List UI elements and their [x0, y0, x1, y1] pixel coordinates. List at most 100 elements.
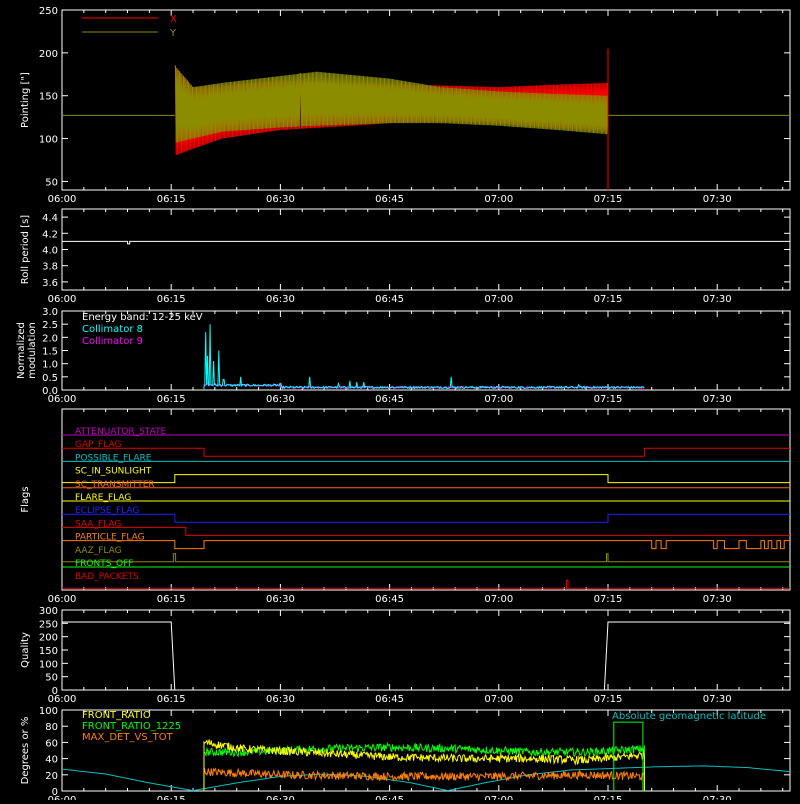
x-tick-label: 06:15 — [157, 795, 186, 800]
y-tick-label: 1.5 — [42, 347, 58, 358]
panel-5: 06:00 06:15 06:30 06:45 07:00 07:15 07:3005010… — [20, 606, 791, 705]
flag-label-sc-in-sunlight: SC_IN_SUNLIGHT — [75, 467, 152, 477]
y-axis-label: Normalizedmodulation — [16, 322, 38, 379]
flag-line-particle-flag — [62, 540, 790, 550]
y-tick-label: 4.0 — [42, 246, 58, 257]
legend-label-x: X — [170, 14, 177, 25]
x-tick-label: 07:30 — [703, 294, 732, 305]
y-tick-label: 20 — [45, 771, 58, 782]
flag-line-saa-flag — [62, 526, 790, 536]
y-tick-label: 0.5 — [42, 373, 58, 384]
y-tick-label: 0.0 — [42, 386, 58, 397]
x-tick-label: 06:30 — [266, 194, 295, 205]
y-tick-label: 0 — [52, 787, 58, 798]
y-tick-label: 100 — [39, 659, 58, 670]
x-tick-label: 07:00 — [484, 194, 513, 205]
y-axis-label: Flags — [20, 486, 31, 512]
x-tick-label: 07:30 — [703, 594, 732, 605]
x-tick-label: 06:00 — [48, 294, 77, 305]
y-tick-label: 3.6 — [42, 278, 58, 289]
x-tick-label: 07:15 — [594, 294, 623, 305]
energy-band-label: Energy band: 12-25 keV — [82, 312, 203, 323]
y-tick-label: 40 — [45, 755, 58, 766]
panel-3: 06:00 06:15 06:30 06:45 07:00 07:15 07:300.00.… — [16, 307, 791, 405]
x-tick-label: 07:15 — [594, 795, 623, 800]
legend-label-geomagnetic-latitude: Absolute geomagnetic latitude — [612, 711, 766, 722]
y-tick-label: 100 — [39, 706, 58, 717]
y-tick-label: 250 — [39, 619, 58, 630]
legend-label-collimator-9: Collimator 9 — [82, 336, 143, 347]
x-tick-label: 07:15 — [594, 194, 623, 205]
legend-label-front-ratio: FRONT_RATIO — [82, 710, 151, 721]
x-tick-label: 06:30 — [266, 294, 295, 305]
y-tick-label: 2.5 — [42, 320, 58, 331]
x-tick-label: 06:45 — [375, 194, 404, 205]
x-tick-label: 07:30 — [703, 694, 732, 705]
plot-frame — [61, 408, 791, 591]
x-tick-label: 07:30 — [703, 194, 732, 205]
y-axis-label-line: Normalized — [16, 322, 27, 379]
y-tick-label: 1.0 — [42, 360, 58, 371]
chart-figure: 06:00 06:15 06:30 06:45 07:00 07:15 07:30 50 100… — [0, 0, 800, 804]
series-front-ratio-line — [203, 738, 645, 792]
roll-period-line — [62, 240, 790, 245]
chart-svg: 06:00 06:15 06:30 06:45 07:00 07:15 07:30 50 100… — [16, 6, 791, 804]
x-tick-label: 06:45 — [375, 394, 404, 405]
legend-label-collimator-8: Collimator 8 — [82, 324, 143, 335]
y-tick-label: 60 — [45, 738, 58, 749]
y-tick-label: 150 — [39, 92, 58, 103]
series-collimator-8-line — [203, 324, 645, 391]
y-tick-label: 200 — [39, 633, 58, 644]
x-tick-label: 07:00 — [484, 795, 513, 800]
x-tick-label: 06:15 — [157, 594, 186, 605]
flag-label-bad-packets: BAD_PACKETS — [75, 572, 139, 582]
x-tick-label: 06:30 — [266, 394, 295, 405]
panel-2: 06:00 06:15 06:30 06:45 07:00 07:15 07:30 3.6 3.… — [20, 208, 791, 305]
flag-line-gap-flag — [62, 447, 790, 457]
geomagnetic-latitude-line — [61, 765, 791, 792]
x-tick-label: 07:15 — [594, 394, 623, 405]
x-tick-label: 07:30 — [703, 394, 732, 405]
x-tick-label: 07:00 — [484, 694, 513, 705]
x-tick-label: 07:00 — [484, 594, 513, 605]
y-tick-label: 50 — [45, 673, 58, 684]
panel-4: 06:00 06:15 06:30 06:45 07:00 07:15 07:30 Flags… — [20, 408, 791, 605]
flag-line-eclipse-flag — [62, 513, 790, 523]
x-tick-label: 06:15 — [157, 194, 186, 205]
x-tick-label: 06:15 — [157, 694, 186, 705]
y-axis-label: Roll period [s] — [20, 215, 31, 284]
y-tick-label: 3.0 — [42, 307, 58, 318]
panel-1: 06:00 06:15 06:30 06:45 07:00 07:15 07:30 50 100… — [20, 6, 791, 205]
y-tick-label: 0 — [52, 686, 58, 697]
y-axis-label-line: modulation — [27, 322, 38, 379]
series-max-det-vs-tot-line — [203, 767, 645, 792]
plot-frame — [61, 208, 791, 291]
flag-line-sc-in-sunlight — [62, 474, 790, 484]
y-axis-label: Pointing ["] — [20, 72, 31, 128]
x-tick-label: 06:45 — [375, 594, 404, 605]
x-tick-label: 06:30 — [266, 594, 295, 605]
x-tick-label: 07:00 — [484, 294, 513, 305]
x-tick-label: 06:00 — [48, 594, 77, 605]
y-tick-label: 300 — [39, 606, 58, 617]
x-tick-label: 07:00 — [484, 394, 513, 405]
y-tick-label: 3.8 — [42, 262, 58, 273]
series-y-line — [174, 65, 609, 143]
quality-line — [62, 621, 790, 691]
y-tick-label: 4.4 — [42, 213, 58, 224]
x-tick-label: 06:45 — [375, 694, 404, 705]
flag-label-aaz-flag: AAZ_FLAG — [75, 546, 122, 556]
panel-6: 06:0006:1506:3006:4507:0007:1507:3002040… — [20, 706, 791, 804]
x-tick-label: 06:30 — [266, 795, 295, 800]
y-tick-label: 2.0 — [42, 333, 58, 344]
y-tick-label: 50 — [45, 177, 58, 188]
y-tick-label: 100 — [39, 135, 58, 146]
y-tick-label: 200 — [39, 49, 58, 60]
x-tick-label: 06:45 — [375, 294, 404, 305]
x-tick-label: 06:15 — [157, 394, 186, 405]
flag-line-aaz-flag — [62, 553, 790, 563]
y-tick-label: 4.2 — [42, 229, 58, 240]
x-tick-label: 06:15 — [157, 294, 186, 305]
y-axis-label: Degrees or % — [20, 717, 31, 785]
x-tick-label: 07:15 — [594, 594, 623, 605]
